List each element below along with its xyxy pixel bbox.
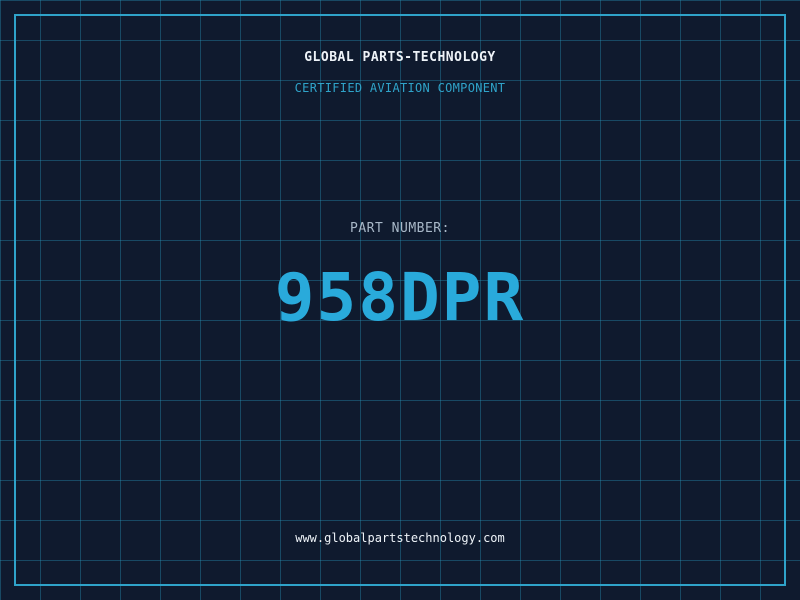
part-number-label: PART NUMBER: — [350, 221, 450, 236]
certification-subtitle: CERTIFIED AVIATION COMPONENT — [294, 81, 506, 95]
label-card: GLOBAL PARTS-TECHNOLOGY CERTIFIED AVIATI… — [0, 0, 800, 600]
website-url: www.globalpartstechnology.com — [295, 531, 505, 545]
company-name: GLOBAL PARTS-TECHNOLOGY — [304, 50, 496, 65]
part-number-value: 958DPR — [274, 259, 526, 336]
